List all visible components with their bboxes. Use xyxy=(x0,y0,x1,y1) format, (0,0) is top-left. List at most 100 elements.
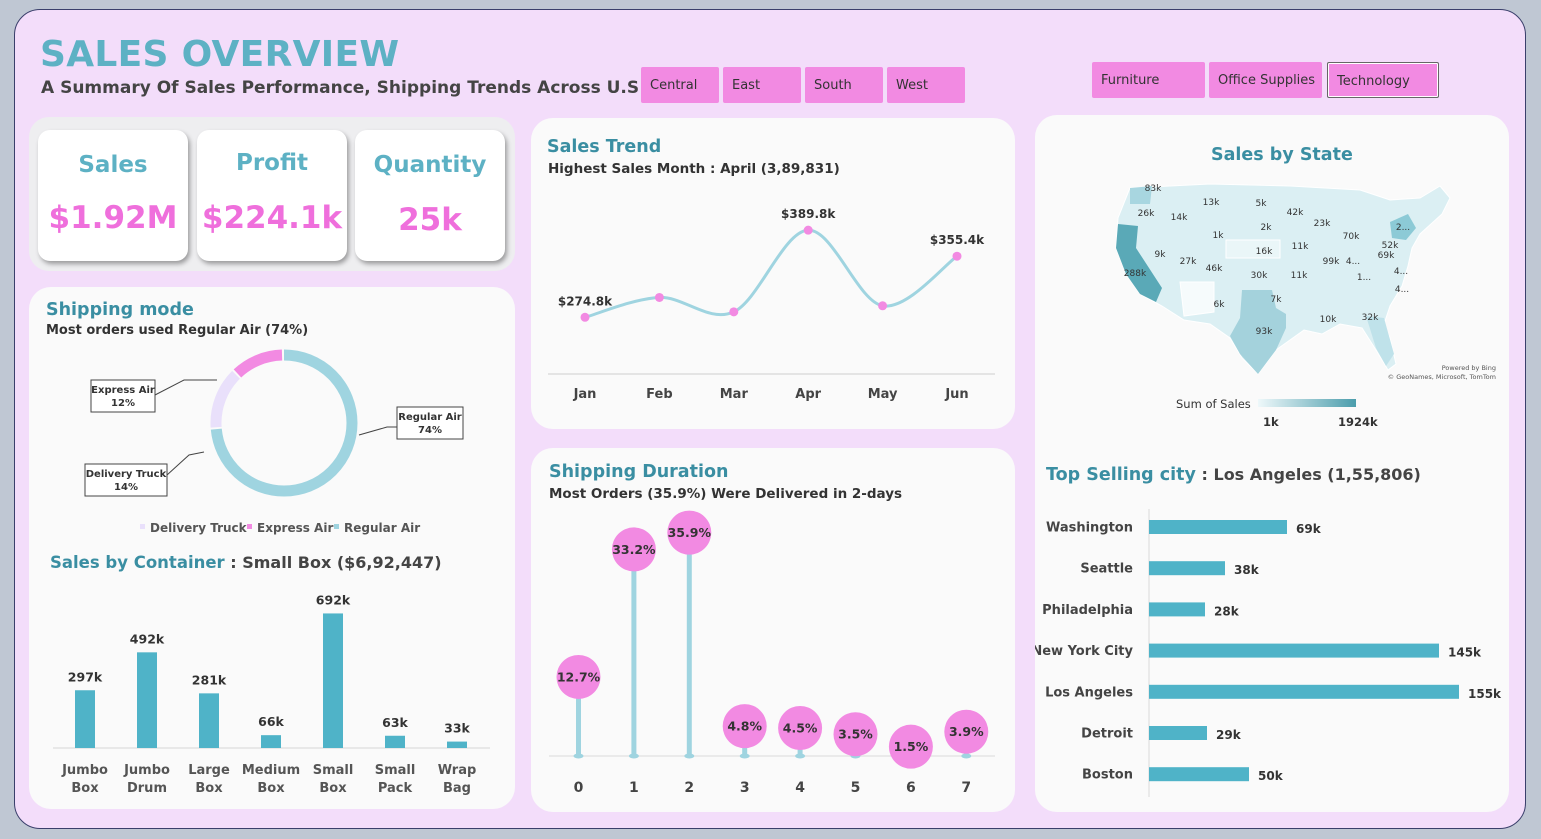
map-state-label: 9k xyxy=(1155,250,1167,260)
category-slicer-office-supplies[interactable]: Office Supplies xyxy=(1209,62,1322,98)
city-bar[interactable] xyxy=(1149,561,1225,576)
legend-label: Delivery Truck xyxy=(150,521,248,535)
trend-data-label: $389.8k xyxy=(781,207,836,221)
city-bar[interactable] xyxy=(1149,726,1207,740)
duration-stem-base xyxy=(739,753,750,759)
city-data-label: 155k xyxy=(1468,687,1502,701)
kpi-label: Quantity xyxy=(373,152,487,178)
region-slicer-central[interactable]: Central xyxy=(641,67,719,103)
map-state-label: 6k xyxy=(1214,300,1226,310)
container-data-label: 297k xyxy=(68,669,103,684)
trend-data-label: $274.8k xyxy=(558,294,613,308)
container-bar[interactable] xyxy=(261,735,281,748)
us-map-base xyxy=(1115,183,1451,375)
map-state-label: 11k xyxy=(1291,271,1308,281)
trend-point[interactable] xyxy=(654,292,664,302)
container-x-tick: Pack xyxy=(378,781,413,796)
map-state-label: 83k xyxy=(1145,184,1162,194)
city-bar[interactable] xyxy=(1149,602,1205,617)
map-credit-geonames: © GeoNames, Microsoft, TomTom xyxy=(1388,373,1496,381)
container-bar[interactable] xyxy=(385,735,405,748)
city-data-label: 29k xyxy=(1216,728,1242,742)
kpi-label: Sales xyxy=(78,152,148,178)
map-state-label: 46k xyxy=(1206,264,1223,274)
container-subtitle: : Small Box ($6,92,447) xyxy=(224,553,442,572)
region-slicer-south[interactable]: South xyxy=(805,67,883,103)
kpi-card-sales: Sales $1.92M xyxy=(38,130,188,261)
duration-data-label: 1.5% xyxy=(894,739,929,754)
top-city-heading: Top Selling city : Los Angeles (1,55,806… xyxy=(1046,465,1421,485)
map-state-label: 52k xyxy=(1382,241,1399,251)
city-bar[interactable] xyxy=(1149,643,1439,658)
callout-leader xyxy=(358,426,397,436)
container-x-tick: Box xyxy=(195,781,223,796)
region-slicer-east[interactable]: East xyxy=(723,67,801,103)
map-state-label: 2k xyxy=(1261,223,1273,233)
page-title: SALES OVERVIEW xyxy=(40,34,400,75)
duration-data-label: 33.2% xyxy=(612,542,656,557)
city-data-label: 145k xyxy=(1448,646,1482,660)
kpi-card-profit: Profit $224.1k xyxy=(197,130,347,261)
legend-swatch xyxy=(334,524,339,529)
map-state-label: 32k xyxy=(1362,313,1379,323)
container-bar[interactable] xyxy=(75,690,95,748)
map-state-label: 1... xyxy=(1357,273,1371,283)
map-legend-title: Sum of Sales xyxy=(1176,397,1251,411)
kpi-panel: Sales $1.92M Profit $224.1k Quantity 25k xyxy=(29,117,515,271)
duration-stem-base xyxy=(573,753,584,759)
trend-point[interactable] xyxy=(803,225,813,235)
container-bar-chart: 297k Jumbo Box 492k Jumbo Drum 281k Large Box 66k… xyxy=(53,592,490,796)
trend-point[interactable] xyxy=(878,301,888,311)
city-bar[interactable] xyxy=(1149,520,1287,534)
container-x-tick: Box xyxy=(257,781,285,796)
map-state-label: 16k xyxy=(1256,247,1273,257)
container-bar[interactable] xyxy=(323,613,343,748)
map-state-label: 10k xyxy=(1320,315,1337,325)
trend-point[interactable] xyxy=(729,307,739,317)
top-city-bar-chart: Washington 69k Seattle 38k Philadelphia 28k Ne… xyxy=(1035,509,1502,797)
city-data-label: 50k xyxy=(1258,769,1284,783)
duration-x-tick: 2 xyxy=(684,780,694,796)
trend-point[interactable] xyxy=(952,251,962,261)
duration-x-tick: 0 xyxy=(574,780,584,796)
container-bar[interactable] xyxy=(447,741,467,748)
container-bar[interactable] xyxy=(137,652,157,748)
map-state-label: 42k xyxy=(1287,208,1304,218)
callout-leader xyxy=(166,451,205,476)
trend-x-tick: May xyxy=(868,387,898,402)
state-new-mexico[interactable] xyxy=(1179,281,1215,317)
trend-line xyxy=(584,228,958,319)
map-state-label: 4... xyxy=(1346,257,1360,267)
region-slicer-west[interactable]: West xyxy=(887,67,965,103)
city-y-tick: Detroit xyxy=(1081,727,1133,742)
map-state-label: 99k xyxy=(1323,257,1340,267)
container-data-label: 66k xyxy=(258,714,284,729)
map-credit-bing: Powered by Bing xyxy=(1442,364,1496,372)
container-bar[interactable] xyxy=(199,693,219,748)
trend-x-tick: Mar xyxy=(720,387,749,402)
duration-stem-base xyxy=(684,753,695,759)
top-city-subtitle: : Los Angeles (1,55,806) xyxy=(1195,465,1421,484)
trend-point[interactable] xyxy=(580,312,590,322)
city-data-label: 28k xyxy=(1214,604,1240,618)
legend-label: Express Air xyxy=(257,521,333,535)
city-data-label: 69k xyxy=(1296,522,1322,536)
map-state-label: 23k xyxy=(1314,219,1331,229)
category-slicer-technology[interactable]: Technology xyxy=(1327,62,1439,98)
map-state-label: 7k xyxy=(1271,295,1283,305)
city-bar[interactable] xyxy=(1149,684,1459,699)
trend-x-tick: Apr xyxy=(795,387,821,402)
callout-leader xyxy=(154,379,217,396)
category-slicer-furniture[interactable]: Furniture xyxy=(1092,62,1205,98)
us-state-map[interactable]: 83k 26k 14k 13k 5k 42k 23k 70k 2... 1k 2k 52k 9k 27k 1… xyxy=(1090,178,1510,388)
duration-data-label: 12.7% xyxy=(557,669,601,684)
city-y-tick: Washington xyxy=(1046,521,1133,536)
container-x-tick: Bag xyxy=(443,781,471,796)
city-bar[interactable] xyxy=(1149,767,1249,782)
trend-x-tick: Jun xyxy=(944,387,968,402)
duration-data-label: 4.5% xyxy=(783,721,818,736)
container-x-tick: Large xyxy=(188,763,230,778)
city-y-tick: Seattle xyxy=(1080,562,1133,577)
kpi-value: 25k xyxy=(398,202,462,238)
duration-data-label: 3.5% xyxy=(838,727,873,742)
